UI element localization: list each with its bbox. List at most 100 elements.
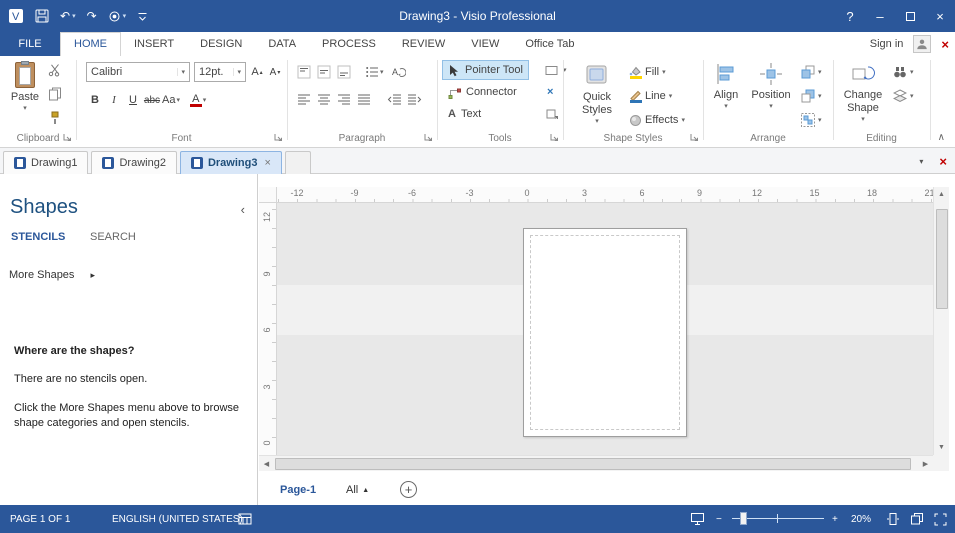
line-dropdown-icon[interactable]: ▾ bbox=[669, 92, 673, 101]
position-button[interactable]: Position ▾ bbox=[747, 60, 795, 111]
save-icon[interactable] bbox=[35, 9, 49, 23]
group-button[interactable]: ▾ bbox=[801, 110, 822, 130]
fill-button[interactable]: Fill ▾ bbox=[629, 62, 666, 82]
tab-list-dropdown-icon[interactable]: ▾ bbox=[919, 157, 923, 166]
page-indicator[interactable]: PAGE 1 OF 1 bbox=[10, 505, 70, 533]
visio-app-icon[interactable]: V bbox=[8, 8, 24, 24]
find-select-button[interactable]: ▾ bbox=[893, 62, 914, 82]
font-family-dropdown-icon[interactable]: ▾ bbox=[177, 68, 185, 76]
scroll-down-icon[interactable]: ▼ bbox=[934, 440, 949, 455]
help-button[interactable]: ? bbox=[835, 0, 865, 32]
drawing-page[interactable] bbox=[523, 228, 687, 437]
layers-button[interactable]: ▾ bbox=[893, 86, 914, 106]
document-tab-close-icon[interactable]: × bbox=[264, 157, 270, 169]
pointer-tool-button[interactable]: Pointer Tool bbox=[442, 60, 529, 80]
find-select-dropdown-icon[interactable]: ▾ bbox=[910, 68, 914, 77]
bold-button[interactable]: B bbox=[86, 90, 104, 110]
change-shape-button[interactable]: Change Shape ▾ bbox=[837, 60, 889, 124]
bring-to-front-button[interactable]: ▾ bbox=[801, 62, 822, 82]
horizontal-scroll-thumb[interactable] bbox=[275, 458, 911, 470]
align-right-button[interactable] bbox=[335, 90, 353, 110]
undo-dropdown-icon[interactable]: ▾ bbox=[72, 12, 76, 20]
ribbon-tab-insert[interactable]: INSERT bbox=[121, 32, 187, 56]
connection-point-tool-button[interactable]: × bbox=[541, 82, 559, 102]
grid-icon[interactable] bbox=[238, 505, 252, 533]
underline-button[interactable]: U bbox=[124, 90, 142, 110]
full-screen-icon[interactable] bbox=[934, 505, 947, 533]
presentation-mode-icon[interactable] bbox=[690, 505, 705, 533]
shrink-font-button[interactable]: A ▾ bbox=[266, 62, 284, 82]
bullets-dropdown-icon[interactable]: ▾ bbox=[380, 68, 384, 77]
scroll-right-icon[interactable]: ▶ bbox=[918, 456, 933, 471]
restore-button[interactable] bbox=[895, 0, 925, 32]
font-size-dropdown-icon[interactable]: ▾ bbox=[233, 68, 241, 76]
font-dialog-launcher[interactable] bbox=[274, 133, 283, 142]
paragraph-dialog-launcher[interactable] bbox=[424, 133, 433, 142]
effects-button[interactable]: Effects ▾ bbox=[629, 110, 685, 130]
fill-dropdown-icon[interactable]: ▾ bbox=[662, 68, 666, 77]
decrease-indent-button[interactable] bbox=[385, 90, 403, 110]
quick-styles-button[interactable]: Quick Styles ▾ bbox=[569, 60, 625, 126]
insert-page-button[interactable]: + bbox=[400, 481, 417, 498]
ribbon-tab-view[interactable]: VIEW bbox=[458, 32, 512, 56]
align-middle-button[interactable] bbox=[315, 62, 333, 82]
tab-stencils[interactable]: STENCILS bbox=[11, 231, 65, 243]
scroll-up-icon[interactable]: ▲ bbox=[934, 187, 949, 202]
font-size-combo[interactable]: 12pt. ▾ bbox=[194, 62, 246, 82]
align-bottom-button[interactable] bbox=[335, 62, 353, 82]
zoom-out-button[interactable]: − bbox=[716, 505, 722, 533]
line-button[interactable]: Line ▾ bbox=[629, 86, 672, 106]
all-pages-button[interactable]: All ▲ bbox=[346, 484, 369, 496]
change-case-button[interactable]: Aa ▾ bbox=[162, 90, 180, 110]
close-button[interactable]: × bbox=[925, 0, 955, 32]
strikethrough-button[interactable]: abc bbox=[143, 90, 161, 110]
tools-dialog-launcher[interactable] bbox=[550, 133, 559, 142]
zoom-slider[interactable] bbox=[732, 505, 824, 533]
group-dropdown-icon[interactable]: ▾ bbox=[818, 116, 822, 125]
font-color-dropdown-icon[interactable]: ▾ bbox=[203, 96, 207, 105]
justify-button[interactable] bbox=[355, 90, 373, 110]
send-to-back-dropdown-icon[interactable]: ▾ bbox=[818, 92, 822, 101]
change-case-dropdown-icon[interactable]: ▾ bbox=[176, 96, 180, 105]
redo-button[interactable]: ↷ bbox=[87, 9, 97, 23]
text-tool-button[interactable]: A Text bbox=[442, 104, 487, 124]
align-center-button[interactable] bbox=[315, 90, 333, 110]
zoom-level[interactable]: 20% bbox=[851, 505, 871, 533]
cut-button[interactable] bbox=[48, 60, 62, 80]
format-painter-button[interactable] bbox=[48, 108, 62, 128]
avatar[interactable] bbox=[913, 35, 932, 53]
italic-button[interactable]: I bbox=[105, 90, 123, 110]
bring-to-front-dropdown-icon[interactable]: ▾ bbox=[818, 68, 822, 77]
zoom-slider-thumb[interactable] bbox=[740, 512, 747, 525]
minimize-button[interactable]: – bbox=[865, 0, 895, 32]
layers-dropdown-icon[interactable]: ▾ bbox=[910, 92, 914, 101]
connector-tool-button[interactable]: Connector bbox=[442, 82, 523, 102]
vertical-scrollbar[interactable]: ▲ ▼ bbox=[933, 187, 949, 455]
document-tab-drawing3[interactable]: Drawing3 × bbox=[179, 151, 282, 174]
align-left-button[interactable] bbox=[295, 90, 313, 110]
paste-dropdown-icon[interactable]: ▾ bbox=[23, 104, 27, 113]
document-tab-drawing2[interactable]: Drawing2 bbox=[91, 151, 177, 174]
fit-page-window-icon[interactable] bbox=[886, 505, 900, 533]
ribbon-tab-office-tab[interactable]: Office Tab bbox=[512, 32, 587, 56]
collapse-panel-icon[interactable]: ‹ bbox=[241, 202, 245, 217]
position-dropdown-icon[interactable]: ▾ bbox=[769, 102, 773, 111]
ribbon-tab-review[interactable]: REVIEW bbox=[389, 32, 458, 56]
font-family-combo[interactable]: Calibri ▾ bbox=[86, 62, 190, 82]
horizontal-scrollbar[interactable]: ◀ ▶ bbox=[259, 455, 933, 471]
grow-font-button[interactable]: A ▴ bbox=[248, 62, 266, 82]
shape-styles-dialog-launcher[interactable] bbox=[690, 133, 699, 142]
text-direction-button[interactable]: A bbox=[390, 62, 408, 82]
touch-mode-button[interactable]: ▾ bbox=[108, 10, 126, 23]
copy-button[interactable] bbox=[48, 84, 62, 104]
clipboard-dialog-launcher[interactable] bbox=[63, 133, 72, 142]
close-document-icon[interactable]: × bbox=[941, 37, 949, 52]
ribbon-tab-design[interactable]: DESIGN bbox=[187, 32, 255, 56]
ribbon-tab-file[interactable]: FILE bbox=[0, 32, 60, 56]
send-to-back-button[interactable]: ▾ bbox=[801, 86, 822, 106]
undo-button[interactable]: ↶ ▾ bbox=[60, 9, 76, 23]
new-tab-stub[interactable] bbox=[284, 151, 311, 174]
bullets-button[interactable]: ▾ bbox=[365, 62, 384, 82]
text-block-tool-button[interactable] bbox=[539, 104, 564, 124]
tab-search[interactable]: SEARCH bbox=[90, 231, 136, 243]
